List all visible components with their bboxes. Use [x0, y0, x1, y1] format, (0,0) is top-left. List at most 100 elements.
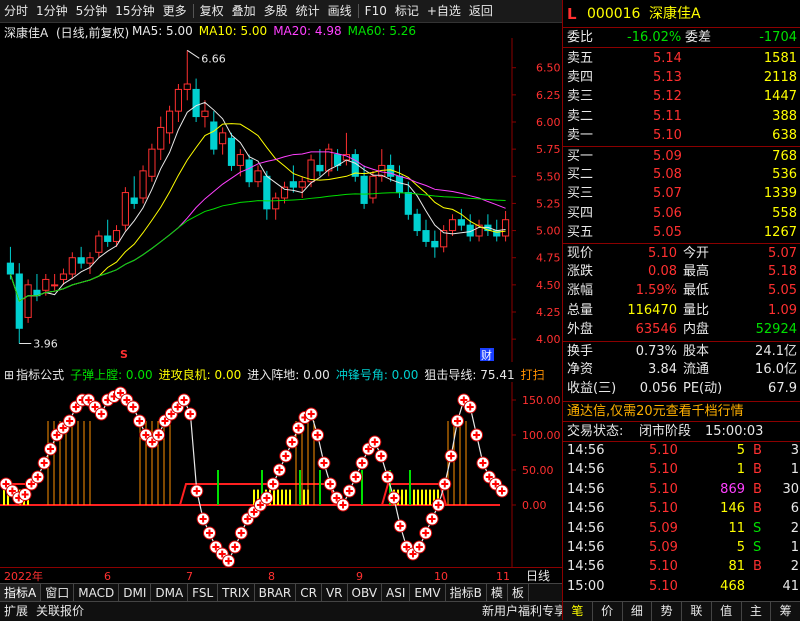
y-tick-label: 5.25: [536, 197, 561, 210]
quote-tab-7[interactable]: 筹: [771, 602, 800, 621]
plus-marker: [317, 456, 331, 470]
tab-4[interactable]: DMA: [151, 584, 189, 602]
quote-tab-6[interactable]: 主: [742, 602, 772, 621]
tab-8[interactable]: CR: [296, 584, 322, 602]
toolbar-button-2[interactable]: 5分钟: [72, 0, 112, 22]
promo-link[interactable]: 新用户福利专享: [478, 602, 570, 621]
candle-body: [148, 148, 156, 177]
toolbar-button-10[interactable]: F10: [361, 0, 391, 22]
toolbar-button-9[interactable]: 画线: [324, 0, 356, 22]
tick-row: 15:00 5.10 468 41: [563, 577, 800, 596]
ask-row: 卖一 5.10 638: [563, 126, 800, 145]
kline-plot[interactable]: 6.50 6.25 6.00 5.75 5.50 5.25 5.00 4.75 4.50 4.25…: [0, 38, 562, 362]
tick-count: 2: [790, 559, 799, 575]
quote-tab-2[interactable]: 细: [623, 602, 653, 621]
tab-9[interactable]: VR: [322, 584, 348, 602]
y-tick-label: 4.75: [536, 252, 561, 265]
tab-11[interactable]: ASI: [382, 584, 411, 602]
tab-3[interactable]: DMI: [119, 584, 152, 602]
high-label: 6.66: [201, 52, 226, 65]
tick-direction: B: [753, 481, 762, 497]
tick-direction: B: [753, 559, 762, 575]
stat-label: 最低: [683, 283, 710, 299]
tick-price: 5.09: [649, 520, 678, 536]
high-pointer: [186, 49, 200, 59]
tab-0[interactable]: 指标A: [0, 584, 42, 602]
plus-marker: [266, 477, 280, 491]
candle-body: [272, 197, 280, 210]
toolbar-button-13[interactable]: 返回: [465, 0, 497, 22]
tab-14[interactable]: 模: [487, 584, 508, 602]
tab-5[interactable]: FSL: [188, 584, 219, 602]
tick-price: 5.10: [649, 462, 678, 478]
toolbar-button-6[interactable]: 叠加: [228, 0, 260, 22]
x-axis-label: 6: [104, 570, 111, 583]
toolbar-button-7[interactable]: 多股: [260, 0, 292, 22]
candle-body: [316, 164, 324, 172]
stat-row: 涨跌 0.08 最高 5.18: [563, 262, 800, 281]
kline-chart[interactable]: 深康佳A (日线,前复权) MA5: 5.00 MA10: 5.00 MA20: 4…: [0, 22, 562, 362]
indicator-legend-2: 进入阵地: 0.00: [247, 368, 330, 382]
plus-marker: [18, 488, 32, 501]
logo-icon: L: [567, 5, 577, 23]
plus-marker: [177, 393, 191, 407]
stat-value: 52924: [755, 321, 797, 337]
toolbar-button-0[interactable]: 分时: [0, 0, 32, 22]
plus-marker: [355, 456, 369, 470]
stat-label: 最高: [683, 264, 710, 280]
related-quote-button[interactable]: 关联报价: [32, 602, 88, 621]
toolbar-button-11[interactable]: 标记: [391, 0, 423, 22]
promo-row[interactable]: 通达信,仅需20元查看千档行情: [563, 401, 800, 421]
candle-body: [431, 240, 439, 248]
fund-value: 3.84: [648, 362, 677, 378]
tick-direction: B: [753, 443, 762, 458]
tick-count: 1: [790, 540, 799, 555]
tick-row: 14:56 5.10 869 B 30: [563, 480, 800, 499]
expand-button[interactable]: 扩展: [0, 602, 32, 621]
ma-legend-1: MA10: 5.00: [198, 24, 268, 38]
stat-label: 量比: [683, 302, 710, 318]
ask-row: 卖四 5.13 2118: [563, 68, 800, 87]
tab-10[interactable]: OBV: [348, 584, 383, 602]
plus-marker: [349, 470, 363, 484]
tab-12[interactable]: EMV: [410, 584, 446, 602]
tab-6[interactable]: TRIX: [218, 584, 255, 602]
tab-1[interactable]: 窗口: [41, 584, 75, 602]
y-tick-label: 5.75: [536, 143, 561, 156]
candle-body: [86, 257, 94, 264]
toolbar-button-1[interactable]: 1分钟: [32, 0, 72, 22]
tab-15[interactable]: 板: [508, 584, 529, 602]
stat-value: 1.09: [768, 302, 797, 318]
quote-tab-1[interactable]: 价: [593, 602, 623, 621]
indicator-plot[interactable]: 150.00 100.00 50.00 0.00: [0, 382, 562, 567]
ask-price: 5.14: [653, 51, 682, 66]
tick-volume: 81: [728, 559, 745, 575]
tick-price: 5.10: [649, 443, 678, 458]
stat-label: 总量: [567, 302, 594, 318]
toolbar-button-8[interactable]: 统计: [292, 0, 324, 22]
tick-volume: 5: [736, 443, 745, 458]
tab-7[interactable]: BRAR: [255, 584, 297, 602]
toolbar-button-3[interactable]: 15分钟: [111, 0, 158, 22]
quote-tab-4[interactable]: 联: [682, 602, 712, 621]
stat-label: 外盘: [567, 321, 594, 337]
quote-tab-3[interactable]: 势: [652, 602, 682, 621]
quote-tab-5[interactable]: 值: [712, 602, 742, 621]
quote-tab-0[interactable]: 笔: [563, 602, 593, 621]
bid-row: 买五 5.05 1267: [563, 223, 800, 242]
tab-2[interactable]: MACD: [74, 584, 120, 602]
tick-volume: 5: [736, 540, 745, 555]
stock-name: 深康佳A: [649, 6, 701, 22]
fund-label: 换手: [567, 344, 594, 359]
s-marker: S: [120, 348, 128, 361]
bid-volume: 1267: [763, 224, 797, 240]
indicator-expand-icon[interactable]: ⊞: [4, 368, 14, 382]
candle-body: [68, 257, 76, 275]
tab-13[interactable]: 指标B: [446, 584, 487, 602]
toolbar-button-4[interactable]: 更多: [159, 0, 191, 22]
toolbar-button-12[interactable]: +自选: [423, 0, 465, 22]
stat-value: 1.59%: [635, 283, 677, 299]
toolbar-button-5[interactable]: 复权: [196, 0, 228, 22]
indicator-chart[interactable]: ⊞ 指标公式 子弹上膛: 0.00 进攻良机: 0.00 进入阵地: 0.00 冲锋号…: [0, 362, 562, 567]
plus-marker: [37, 456, 51, 470]
